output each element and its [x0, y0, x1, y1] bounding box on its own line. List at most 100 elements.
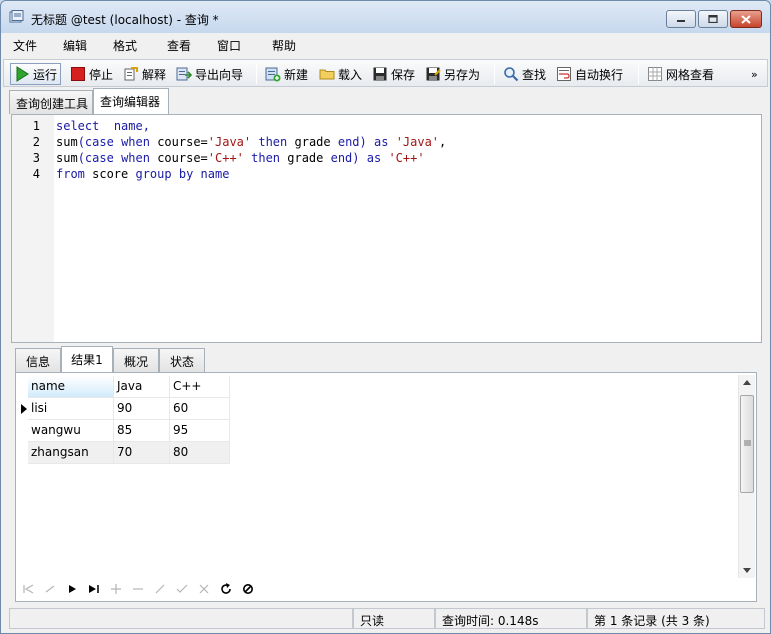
menu-edit[interactable]: 编辑 [63, 37, 87, 54]
code-token: name [200, 167, 230, 181]
line-number: 4 [32, 167, 40, 181]
scroll-up-icon[interactable] [743, 379, 751, 385]
menu-bar: 文件 编辑 格式 查看 窗口 帮助 [1, 33, 770, 57]
code-token: 'C++' [207, 151, 244, 165]
cell-java[interactable]: 70 [114, 442, 170, 464]
menu-window[interactable]: 窗口 [217, 37, 241, 54]
maximize-icon [708, 15, 718, 23]
cell-cpp[interactable]: 60 [170, 398, 230, 420]
cell-name[interactable]: zhangsan [28, 442, 114, 464]
stop-query-icon[interactable] [240, 581, 256, 597]
scroll-down-icon[interactable] [743, 568, 751, 574]
window-title: 无标题 @test (localhost) - 查询 * [31, 13, 219, 27]
export-wizard-label: 导出向导 [195, 67, 244, 82]
menu-file[interactable]: 文件 [13, 37, 37, 54]
refresh-icon[interactable] [218, 581, 234, 597]
save-as-icon [426, 67, 441, 81]
status-bar: 只读 查询时间: 0.148s 第 1 条记录 (共 3 条) [9, 608, 765, 629]
cell-cpp[interactable]: 80 [170, 442, 230, 464]
last-record-icon[interactable] [86, 581, 102, 597]
table-row[interactable]: zhangsan 70 80 [16, 442, 244, 464]
menu-format[interactable]: 格式 [113, 37, 137, 54]
toolbar-overflow-button[interactable]: » [748, 63, 761, 85]
code-token: name, [113, 119, 150, 133]
status-query-time: 查询时间: 0.148s [435, 608, 587, 629]
cell-cpp[interactable]: 95 [170, 420, 230, 442]
table-row[interactable]: lisi 90 60 [16, 398, 244, 420]
tab-status[interactable]: 状态 [159, 348, 205, 372]
column-header-cpp[interactable]: C++ [170, 376, 230, 398]
line-number: 3 [32, 151, 40, 165]
load-button[interactable]: 载入 [316, 63, 365, 85]
maximize-button[interactable] [698, 10, 728, 28]
explain-button[interactable]: 解释 [120, 63, 169, 85]
tab-query-builder[interactable]: 查询创建工具 [9, 90, 93, 114]
status-blank [9, 608, 353, 629]
code-token: by [178, 167, 194, 181]
code-token: grade [287, 135, 338, 149]
stop-icon [71, 67, 85, 81]
code-token: course= [149, 135, 208, 149]
save-as-label: 另存为 [444, 67, 481, 82]
code-token: as [374, 135, 389, 149]
code-token: sum [56, 135, 78, 149]
cell-name[interactable]: wangwu [28, 420, 114, 442]
code-token: 'Java' [395, 135, 440, 149]
load-label: 载入 [338, 67, 363, 82]
menu-help[interactable]: 帮助 [272, 37, 296, 54]
code-line[interactable]: sum(case when course='C++' then grade en… [56, 151, 425, 165]
prev-record-icon[interactable] [42, 581, 58, 597]
save-as-button[interactable]: 另存为 [422, 63, 483, 85]
run-button[interactable]: 运行 [10, 63, 62, 85]
tab-result1[interactable]: 结果1 [61, 346, 113, 372]
save-button[interactable]: 保存 [369, 63, 418, 85]
code-token: score [84, 167, 136, 181]
cell-name[interactable]: lisi [28, 398, 114, 420]
find-button[interactable]: 查找 [500, 63, 549, 85]
stop-button[interactable]: 停止 [67, 63, 116, 85]
menu-view[interactable]: 查看 [167, 37, 191, 54]
code-token: ( [77, 151, 85, 165]
export-wizard-button[interactable]: 导出向导 [173, 63, 246, 85]
table-row[interactable]: wangwu 85 95 [16, 420, 244, 442]
toolbar-separator [256, 64, 257, 84]
close-button[interactable] [730, 10, 762, 28]
sql-editor[interactable]: 1234 select name, sum(case when course='J… [11, 114, 762, 343]
explain-label: 解释 [142, 67, 167, 82]
scrollbar-thumb[interactable] [740, 395, 754, 493]
next-record-icon[interactable] [64, 581, 80, 597]
word-wrap-button[interactable]: 自动换行 [553, 63, 626, 85]
code-line[interactable]: select name, [56, 119, 150, 133]
vertical-scrollbar[interactable] [738, 375, 755, 578]
code-token: sum [56, 151, 78, 165]
delete-record-icon[interactable] [130, 581, 146, 597]
tab-overview[interactable]: 概况 [113, 348, 159, 372]
cell-java[interactable]: 90 [114, 398, 170, 420]
column-header-name[interactable]: name [28, 376, 114, 398]
code-token: when [121, 151, 150, 165]
tab-info[interactable]: 信息 [15, 348, 61, 372]
apply-changes-icon[interactable] [174, 581, 190, 597]
code-line[interactable]: from score group by name [56, 167, 229, 181]
play-icon [16, 66, 29, 82]
cell-java[interactable]: 85 [114, 420, 170, 442]
code-token: course= [149, 151, 208, 165]
result-grid: name Java C++ lisi 90 60 wangwu 85 95 zh… [15, 372, 757, 602]
code-token: grade [280, 151, 331, 165]
column-header-java[interactable]: Java [114, 376, 170, 398]
tab-query-editor[interactable]: 查询编辑器 [93, 88, 169, 114]
new-button[interactable]: 新建 [262, 63, 311, 85]
add-record-icon[interactable] [108, 581, 124, 597]
first-record-icon[interactable] [20, 581, 36, 597]
stop-label: 停止 [89, 67, 114, 82]
discard-changes-icon[interactable] [196, 581, 212, 597]
code-token: ) [352, 151, 360, 165]
minimize-button[interactable] [666, 10, 696, 28]
code-line[interactable]: sum(case when course='Java' then grade e… [56, 135, 446, 149]
edit-record-icon[interactable] [152, 581, 168, 597]
grid-view-button[interactable]: 网格查看 [644, 63, 717, 85]
grip-icon [744, 440, 751, 446]
code-token: end [330, 151, 353, 165]
